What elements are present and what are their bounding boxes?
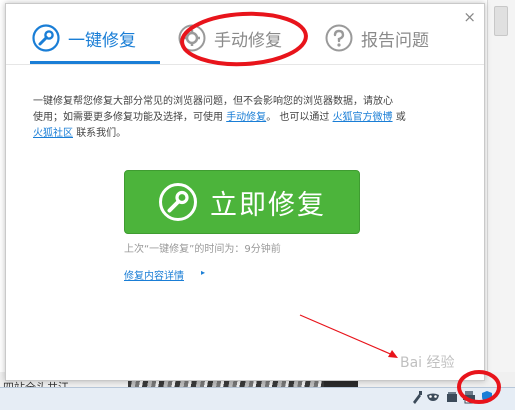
tab-label: 报告问题	[361, 30, 429, 51]
official-weibo-link[interactable]: 火狐官方微博	[333, 112, 393, 123]
tab-label: 手动修复	[214, 30, 282, 51]
community-link[interactable]: 火狐社区	[33, 128, 73, 139]
close-button[interactable]: ×	[463, 9, 476, 25]
wrench-icon	[159, 183, 197, 221]
shield-icon[interactable]	[480, 389, 494, 405]
repair-now-button[interactable]: 立即修复	[124, 170, 360, 234]
browser-scrollbar[interactable]	[487, 0, 515, 380]
repair-description: 一键修复帮您修复大部分常见的浏览器问题，但不会影响您的浏览器数据，请放心 使用；…	[33, 94, 468, 142]
repair-button-label: 立即修复	[210, 189, 326, 221]
manual-repair-link[interactable]: 手动修复	[226, 112, 266, 123]
gear-icon	[178, 24, 206, 52]
scrollbar-thumb[interactable]	[494, 6, 508, 36]
repair-dialog: × 一键修复 手动修复 报告问题 一键修复帮您修复大部分常见的浏览器问题，但不会…	[5, 3, 485, 381]
question-icon	[325, 24, 353, 52]
tab-report-problem[interactable]: 报告问题	[325, 20, 429, 56]
tab-label: 一键修复	[68, 30, 136, 51]
tab-one-click-repair[interactable]: 一键修复	[32, 20, 136, 56]
box-icon[interactable]	[445, 389, 459, 405]
last-repair-time: 上次“一键修复”的时间为：9分钟前	[124, 244, 281, 255]
chevron-right-icon: ▸	[201, 268, 206, 277]
description-line-3: 火狐社区 联系我们。	[33, 128, 127, 139]
description-line-2: 使用；如需要更多修复功能及选择，可使用 手动修复。 也可以通过 火狐官方微博 或	[33, 112, 406, 123]
repair-details-link[interactable]: 修复内容详情	[124, 267, 184, 282]
description-line-1: 一键修复帮您修复大部分常见的浏览器问题，但不会影响您的浏览器数据，请放心	[33, 96, 393, 107]
mask-icon[interactable]	[426, 389, 440, 405]
tab-divider	[6, 64, 484, 65]
printer-icon[interactable]	[462, 389, 476, 405]
tab-manual-repair[interactable]: 手动修复	[178, 20, 282, 56]
watermark: Bai 经验	[400, 355, 455, 371]
wrench-icon	[32, 24, 60, 52]
plugin-icon[interactable]	[410, 389, 424, 405]
